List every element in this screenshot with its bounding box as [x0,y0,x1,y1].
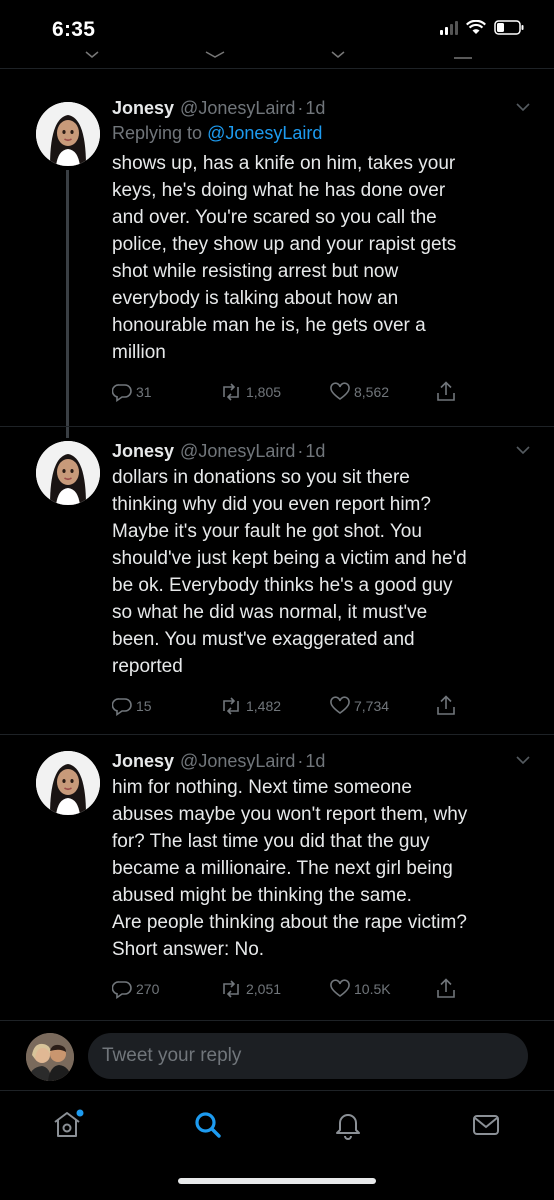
author-name[interactable]: Jonesy [112,96,174,120]
tab-messages[interactable] [464,1105,508,1145]
author-handle[interactable]: @JonesyLaird [180,439,295,463]
tweet-text: him for nothing. Next time someone abuse… [112,777,468,960]
reply-icon [112,384,132,402]
share-button[interactable] [436,695,456,717]
author-name[interactable]: Jonesy [112,439,174,463]
author-name[interactable]: Jonesy [112,749,174,773]
status-time: 6:35 [52,18,96,41]
reply-count: 31 [136,384,152,400]
divider [0,426,554,427]
retweet-icon [223,697,239,715]
reply-count: 270 [136,981,160,997]
divider [0,68,554,69]
retweet-icon [223,383,239,401]
status-icons [440,20,524,35]
separator: · [297,98,304,118]
replying-to: Replying to @JonesyLaird [112,120,532,146]
retweet-button[interactable]: 1,805 [220,382,330,402]
retweet-button[interactable]: 1,482 [220,696,330,716]
like-count: 7,734 [354,698,390,714]
tweet-header: Jonesy @JonesyLaird · 1d [112,96,532,120]
divider [0,734,554,735]
tweet-age: 1d [305,751,326,771]
tweet-actions: 270 2,051 10.5K [112,977,532,1001]
messages-icon [473,1115,499,1135]
tab-notifications[interactable] [326,1105,370,1145]
heart-icon [330,979,350,997]
tweet-header: Jonesy @JonesyLaird · 1d [112,749,532,773]
battery-icon [494,20,524,35]
avatar[interactable] [36,751,100,815]
heart-icon [330,382,350,400]
retweet-count: 2,051 [246,981,282,997]
like-count: 10.5K [354,981,391,997]
home-icon [54,1109,84,1137]
avatar[interactable] [36,441,100,505]
tweet-header: Jonesy @JonesyLaird · 1d [112,439,532,463]
reply-icon [112,981,132,999]
retweet-count: 1,805 [246,384,282,400]
reply-button[interactable]: 15 [112,696,220,716]
home-indicator [178,1178,376,1184]
share-icon [437,381,455,401]
reply-input[interactable] [88,1033,528,1079]
retweet-icon [223,980,239,998]
retweet-count: 1,482 [246,698,282,714]
reply-icon [112,698,132,716]
share-button[interactable] [436,978,456,1000]
wifi-icon [466,20,486,35]
tweet-actions: 15 1,482 7,734 [112,694,532,718]
reply-count: 15 [136,698,152,714]
share-icon [437,695,455,715]
reply-button[interactable]: 270 [112,979,220,999]
replying-to-handle[interactable]: @JonesyLaird [207,123,322,143]
tweet-actions: 31 1,805 8,562 [112,380,532,404]
search-icon [195,1112,221,1138]
avatar[interactable] [26,1033,74,1081]
avatar[interactable] [36,102,100,166]
tweet-age: 1d [305,441,326,461]
heart-icon [330,696,350,714]
tweet-age: 1d [305,98,326,118]
author-handle[interactable]: @JonesyLaird [180,96,295,120]
like-count: 8,562 [354,384,390,400]
author-handle[interactable]: @JonesyLaird [180,749,295,773]
separator: · [297,441,304,461]
signal-icon [440,20,458,35]
like-button[interactable]: 10.5K [330,979,436,999]
previous-tweet-actions-remnant [0,50,554,70]
tab-search[interactable] [186,1105,230,1145]
thread-line [66,170,69,438]
like-button[interactable]: 8,562 [330,382,436,402]
replying-to-label: Replying to [112,123,203,143]
share-button[interactable] [436,381,456,403]
retweet-button[interactable]: 2,051 [220,979,330,999]
notifications-icon [336,1114,360,1140]
tab-bar [0,1090,554,1160]
separator: · [297,751,304,771]
like-button[interactable]: 7,734 [330,696,436,716]
tab-home[interactable] [46,1105,90,1145]
reply-bar [0,1020,554,1090]
reply-button[interactable]: 31 [112,382,220,402]
tweet-text: shows up, has a knife on him, takes your… [112,153,457,363]
tweet-text: dollars in donations so you sit there th… [112,467,467,677]
share-icon [437,978,455,998]
